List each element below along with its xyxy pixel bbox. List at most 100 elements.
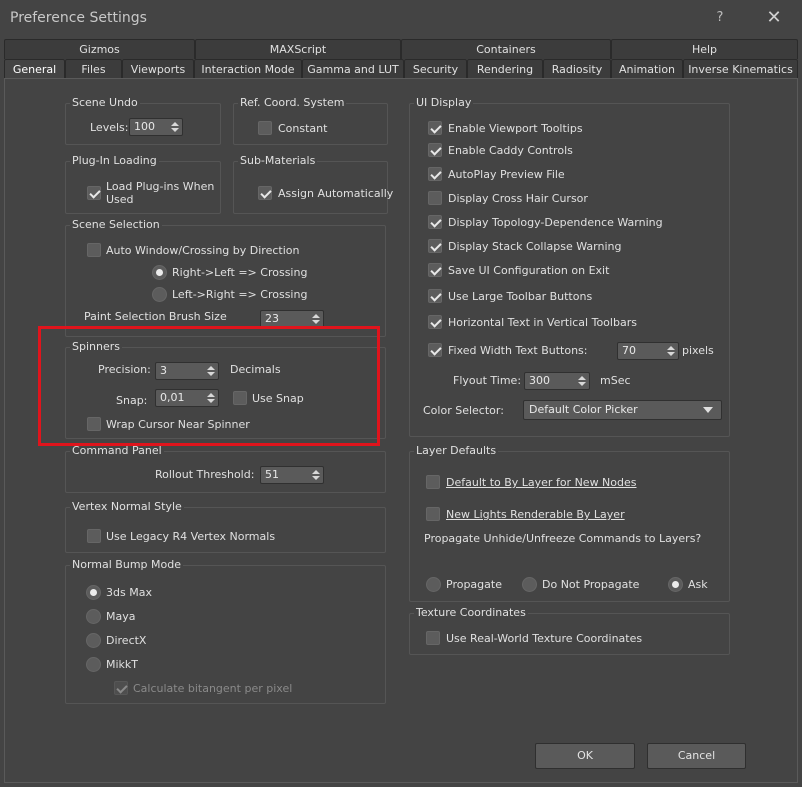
bump-3dsmax-radio[interactable] — [86, 585, 101, 600]
topology-warning-checkbox[interactable] — [428, 215, 442, 229]
group-title: Scene Selection — [70, 218, 162, 231]
group-title: Vertex Normal Style — [70, 500, 184, 513]
color-selector-label: Color Selector: — [423, 404, 504, 417]
tab-interaction-mode[interactable]: Interaction Mode — [194, 59, 302, 79]
help-button[interactable]: ? — [709, 6, 731, 30]
large-toolbar-checkbox[interactable] — [428, 289, 442, 303]
rollout-threshold-spinner[interactable]: 51 — [260, 466, 324, 484]
ask-radio[interactable] — [668, 577, 683, 592]
save-ui-config-checkbox[interactable] — [428, 263, 442, 277]
load-plugins-checkbox[interactable] — [87, 186, 101, 200]
propagate-label: Propagate — [446, 578, 502, 591]
propagate-radio[interactable] — [426, 577, 441, 592]
spinner-arrows-icon[interactable] — [171, 120, 179, 134]
caddy-controls-checkbox[interactable] — [428, 143, 442, 157]
do-not-propagate-radio[interactable] — [522, 577, 537, 592]
horizontal-text-checkbox[interactable] — [428, 315, 442, 329]
load-plugins-label: Load Plug-ins When — [106, 180, 215, 193]
group-title: Texture Coordinates — [414, 606, 528, 619]
constant-checkbox[interactable] — [258, 121, 272, 135]
tab-help[interactable]: Help — [611, 39, 798, 59]
bump-3dsmax-label: 3ds Max — [106, 586, 152, 599]
tab-rendering[interactable]: Rendering — [467, 59, 543, 79]
stack-collapse-checkbox[interactable] — [428, 239, 442, 253]
bitangent-label: Calculate bitangent per pixel — [133, 682, 293, 695]
brush-size-value: 23 — [265, 312, 279, 325]
group-title: Ref. Coord. System — [238, 96, 347, 109]
load-plugins-label-2: Used — [106, 193, 134, 206]
flyout-time-value: 300 — [529, 374, 550, 387]
flyout-time-label: Flyout Time: — [453, 374, 522, 387]
tab-maxscript[interactable]: MAXScript — [195, 39, 401, 59]
bump-maya-radio[interactable] — [86, 609, 101, 624]
viewport-tooltips-checkbox[interactable] — [428, 121, 442, 135]
bitangent-checkbox — [114, 681, 128, 695]
tab-general[interactable]: General — [4, 59, 65, 79]
chevron-down-icon — [703, 407, 713, 413]
new-lights-label: New Lights Renderable By Layer — [446, 508, 625, 521]
highlight-annotation — [38, 326, 380, 446]
cross-hair-checkbox[interactable] — [428, 191, 442, 205]
flyout-time-spinner[interactable]: 300 — [524, 372, 590, 390]
viewport-tooltips-label: Enable Viewport Tooltips — [448, 122, 583, 135]
tab-containers[interactable]: Containers — [401, 39, 611, 59]
bump-directx-label: DirectX — [106, 634, 147, 647]
new-lights-checkbox[interactable] — [426, 507, 440, 521]
window-title: Preference Settings — [10, 10, 147, 26]
color-selector-value: Default Color Picker — [529, 403, 638, 416]
tab-animation[interactable]: Animation — [611, 59, 683, 79]
auto-window-label: Auto Window/Crossing by Direction — [106, 244, 300, 257]
assign-automatically-label: Assign Automatically — [278, 187, 394, 200]
bump-directx-radio[interactable] — [86, 633, 101, 648]
group-title: Layer Defaults — [414, 444, 499, 457]
bump-mikkt-label: MikkT — [106, 658, 139, 671]
close-button[interactable]: ✕ — [763, 6, 785, 30]
horizontal-text-label: Horizontal Text in Vertical Toolbars — [448, 316, 637, 329]
color-selector-dropdown[interactable]: Default Color Picker — [523, 400, 722, 420]
default-by-layer-checkbox[interactable] — [426, 475, 440, 489]
tab-gizmos[interactable]: Gizmos — [4, 39, 195, 59]
group-title: UI Display — [414, 96, 474, 109]
real-world-coords-label: Use Real-World Texture Coordinates — [446, 632, 643, 645]
tab-files[interactable]: Files — [65, 59, 122, 79]
fixed-width-spinner[interactable]: 70 — [617, 342, 679, 360]
cancel-button[interactable]: Cancel — [647, 743, 746, 769]
autoplay-preview-checkbox[interactable] — [428, 167, 442, 181]
group-title: Scene Undo — [70, 96, 140, 109]
large-toolbar-label: Use Large Toolbar Buttons — [448, 290, 593, 303]
fixed-width-value: 70 — [622, 344, 636, 357]
spinner-arrows-icon[interactable] — [312, 468, 320, 482]
pixels-label: pixels — [682, 344, 714, 357]
default-by-layer-label: Default to By Layer for New Nodes — [446, 476, 637, 489]
right-left-label: Right->Left => Crossing — [172, 266, 308, 279]
tab-gamma-lut[interactable]: Gamma and LUT — [302, 59, 404, 79]
assign-automatically-checkbox[interactable] — [258, 186, 272, 200]
left-right-radio[interactable] — [152, 287, 167, 302]
tab-viewports[interactable]: Viewports — [122, 59, 194, 79]
levels-spinner[interactable]: 100 — [129, 118, 183, 136]
stack-collapse-label: Display Stack Collapse Warning — [448, 240, 622, 253]
group-title: Normal Bump Mode — [70, 558, 183, 571]
tab-inverse-kinematics[interactable]: Inverse Kinematics — [683, 59, 798, 79]
propagate-question: Propagate Unhide/Unfreeze Commands to La… — [424, 532, 702, 545]
ok-button[interactable]: OK — [535, 743, 635, 769]
auto-window-checkbox[interactable] — [87, 243, 101, 257]
constant-label: Constant — [278, 122, 328, 135]
bump-maya-label: Maya — [106, 610, 136, 623]
msec-label: mSec — [600, 374, 631, 387]
tab-security[interactable]: Security — [404, 59, 467, 79]
spinner-arrows-icon[interactable] — [667, 344, 675, 358]
left-right-label: Left->Right => Crossing — [172, 288, 308, 301]
levels-label: Levels: — [90, 121, 129, 134]
spinner-arrows-icon[interactable] — [578, 374, 586, 388]
spinner-arrows-icon[interactable] — [312, 312, 320, 326]
save-ui-config-label: Save UI Configuration on Exit — [448, 264, 610, 277]
brush-size-label: Paint Selection Brush Size — [84, 310, 227, 323]
bump-mikkt-radio[interactable] — [86, 657, 101, 672]
tab-radiosity[interactable]: Radiosity — [543, 59, 611, 79]
do-not-propagate-label: Do Not Propagate — [542, 578, 640, 591]
fixed-width-checkbox[interactable] — [428, 343, 442, 357]
real-world-coords-checkbox[interactable] — [426, 631, 440, 645]
legacy-normals-checkbox[interactable] — [87, 529, 101, 543]
right-left-radio[interactable] — [152, 265, 167, 280]
